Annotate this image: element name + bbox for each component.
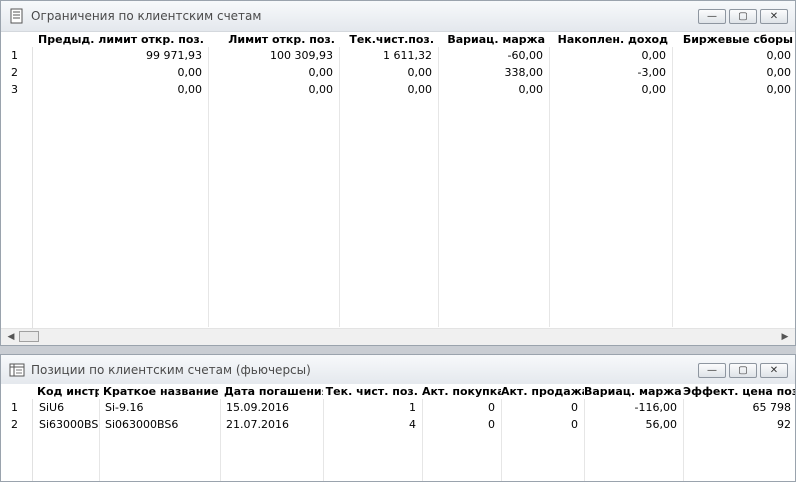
column-header[interactable]: Предыд. лимит откр. поз. xyxy=(33,32,208,47)
row-number: 2 xyxy=(11,66,18,79)
table-row[interactable]: 2 Si63000BS6 Si063000BS6 21.07.2016 4 0 … xyxy=(1,416,795,433)
table-cell: 1 xyxy=(409,401,416,414)
close-button[interactable]: ✕ xyxy=(760,363,788,378)
table-cell: 0,00 xyxy=(641,49,667,62)
table-cell: 1 611,32 xyxy=(383,49,432,62)
table-cell: 0,00 xyxy=(407,83,433,96)
table-cell: 0,00 xyxy=(177,66,203,79)
column-header[interactable]: Вариац. маржа xyxy=(584,384,683,399)
limits-table[interactable]: Предыд. лимит откр. поз. Лимит откр. поз… xyxy=(1,32,795,345)
column-header[interactable]: Краткое название xyxy=(99,384,220,399)
column-header[interactable]: Биржевые сборы xyxy=(672,32,795,47)
table-cell: 0,00 xyxy=(308,83,334,96)
row-number: 2 xyxy=(11,418,18,431)
maximize-icon: ▢ xyxy=(738,10,748,22)
table-row[interactable]: 1 99 971,93 100 309,93 1 611,32 -60,00 0… xyxy=(1,47,795,64)
close-icon: ✕ xyxy=(769,10,779,22)
close-button[interactable]: ✕ xyxy=(760,9,788,24)
row-number: 3 xyxy=(11,83,18,96)
maximize-icon: ▢ xyxy=(738,364,748,376)
table-cell: 0 xyxy=(488,401,495,414)
maximize-button[interactable]: ▢ xyxy=(729,9,757,24)
table-cell: 0,00 xyxy=(518,83,544,96)
table-cell: 65 798 xyxy=(752,401,792,414)
table-cell: 92 xyxy=(777,418,791,431)
table-row[interactable]: 3 0,00 0,00 0,00 0,00 0,00 0,00 xyxy=(1,81,795,98)
table-cell: 0,00 xyxy=(308,66,334,79)
close-icon: ✕ xyxy=(769,364,779,376)
table-cell: 0 xyxy=(571,418,578,431)
column-header[interactable]: Лимит откр. поз. xyxy=(208,32,339,47)
table-cell: 0 xyxy=(488,418,495,431)
table-row[interactable]: 1 SiU6 Si-9.16 15.09.2016 1 0 0 -116,00 … xyxy=(1,399,795,416)
column-header[interactable]: Тек. чист. поз. xyxy=(323,384,422,399)
table-header: Код инструмента Краткое название Дата по… xyxy=(1,384,795,399)
column-header[interactable]: Вариац. маржа xyxy=(438,32,549,47)
table-cell: 0 xyxy=(571,401,578,414)
minimize-button[interactable]: — xyxy=(698,363,726,378)
column-header[interactable]: Накоплен. доход xyxy=(549,32,672,47)
table-cell: 0,00 xyxy=(766,49,792,62)
table-cell: Si-9.16 xyxy=(105,401,144,414)
row-number: 1 xyxy=(11,401,18,414)
client-positions-titlebar[interactable]: Позиции по клиентским счетам (фьючерсы) … xyxy=(1,355,795,386)
table-cell: -60,00 xyxy=(507,49,543,62)
table-cell: 0,00 xyxy=(766,83,792,96)
table-header: Предыд. лимит откр. поз. Лимит откр. поз… xyxy=(1,32,795,47)
table-grid-icon xyxy=(9,363,25,377)
table-row[interactable]: 2 0,00 0,00 0,00 338,00 -3,00 0,00 xyxy=(1,64,795,81)
positions-table[interactable]: Код инструмента Краткое название Дата по… xyxy=(1,384,795,481)
table-cell: Si63000BS6 xyxy=(39,418,99,431)
table-cell: 0,00 xyxy=(177,83,203,96)
client-limits-window: Ограничения по клиентским счетам — ▢ ✕ П… xyxy=(0,0,796,346)
window-title: Ограничения по клиентским счетам xyxy=(31,9,262,23)
minimize-icon: — xyxy=(707,364,717,376)
minimize-icon: — xyxy=(707,10,717,22)
table-cell: 0,00 xyxy=(641,83,667,96)
row-number: 1 xyxy=(11,49,18,62)
window-title: Позиции по клиентским счетам (фьючерсы) xyxy=(31,363,311,377)
table-cell: 99 971,93 xyxy=(146,49,202,62)
client-positions-window: Позиции по клиентским счетам (фьючерсы) … xyxy=(0,354,796,482)
table-cell: Si063000BS6 xyxy=(105,418,179,431)
table-cell: 0,00 xyxy=(407,66,433,79)
table-cell: -116,00 xyxy=(634,401,677,414)
table-cell: 338,00 xyxy=(504,66,544,79)
table-cell: 21.07.2016 xyxy=(226,418,289,431)
column-header[interactable]: Акт. покупка xyxy=(422,384,501,399)
column-header[interactable]: Дата погашения xyxy=(220,384,323,399)
maximize-button[interactable]: ▢ xyxy=(729,363,757,378)
scroll-right-icon[interactable]: ▶ xyxy=(779,331,791,343)
table-cell: -3,00 xyxy=(637,66,666,79)
table-cell: 15.09.2016 xyxy=(226,401,289,414)
table-cell: 100 309,93 xyxy=(270,49,333,62)
horizontal-scrollbar[interactable]: ◀ ▶ xyxy=(1,328,795,345)
table-cell: 4 xyxy=(409,418,416,431)
column-header[interactable]: Тек.чист.поз. xyxy=(339,32,438,47)
scroll-thumb[interactable] xyxy=(19,331,39,342)
table-document-icon xyxy=(10,8,23,24)
column-header[interactable]: Акт. продажа xyxy=(501,384,584,399)
scroll-left-icon[interactable]: ◀ xyxy=(5,331,17,343)
table-cell: 56,00 xyxy=(645,418,678,431)
client-limits-titlebar[interactable]: Ограничения по клиентским счетам — ▢ ✕ xyxy=(1,1,795,32)
window-separator xyxy=(0,346,796,354)
minimize-button[interactable]: — xyxy=(698,9,726,24)
column-header[interactable]: Код инструмента xyxy=(33,384,99,399)
table-cell: 0,00 xyxy=(766,66,792,79)
table-cell: SiU6 xyxy=(39,401,65,414)
column-header[interactable]: Эффект. цена поз. xyxy=(683,384,795,399)
